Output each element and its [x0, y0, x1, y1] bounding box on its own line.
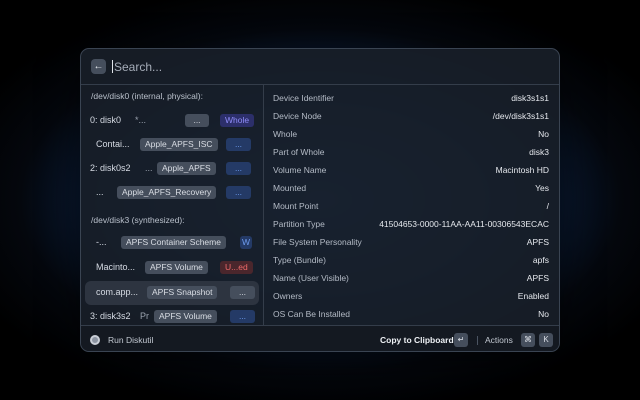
- list-item[interactable]: ... Apple_APFS_Recovery ...: [85, 181, 259, 205]
- item-tag: APFS Volume: [154, 310, 217, 323]
- item-title: Macinto...: [96, 262, 136, 272]
- k-key-icon: K: [539, 333, 553, 347]
- metadata-row: Owners Enabled: [264, 287, 559, 305]
- metadata-key: Mount Point: [273, 201, 319, 211]
- arrow-left-icon[interactable]: ←: [91, 59, 106, 74]
- metadata-key: Name (User Visible): [273, 273, 349, 283]
- search-input[interactable]: [114, 59, 414, 74]
- search-bar: ←: [81, 49, 559, 85]
- list-item[interactable]: 0: disk0 *... ... Whole: [85, 109, 259, 133]
- item-tag: ...: [226, 138, 251, 151]
- item-tag: Apple_APFS_ISC: [140, 138, 218, 151]
- item-title: Contai...: [96, 139, 130, 149]
- item-tag: Apple_APFS: [157, 162, 216, 175]
- extension-title: Run Diskutil: [108, 335, 154, 345]
- metadata-row: Name (User Visible) APFS: [264, 269, 559, 287]
- item-title: com.app...: [96, 287, 139, 297]
- list-item-selected[interactable]: com.app... APFS Snapshot ...: [85, 281, 259, 305]
- item-subtitle: *...: [135, 115, 147, 125]
- metadata-key: Device Identifier: [273, 93, 334, 103]
- metadata-value: No: [538, 129, 549, 139]
- item-title: 2: disk0s2: [90, 163, 131, 173]
- command-key-icon: ⌘: [521, 333, 535, 347]
- metadata-key: Volume Name: [273, 165, 327, 175]
- item-tag: ...: [185, 114, 209, 127]
- item-tag: Apple_APFS_Recovery: [117, 186, 217, 199]
- metadata-value: Yes: [535, 183, 549, 193]
- metadata-key: Device Node: [273, 111, 322, 121]
- disk-list: /dev/disk0 (internal, physical): 0: disk…: [81, 85, 263, 325]
- metadata-row: Whole No: [264, 125, 559, 143]
- return-key-icon: ↵: [454, 333, 468, 347]
- metadata-row: Type (Bundle) apfs: [264, 251, 559, 269]
- item-title: ...: [96, 187, 104, 197]
- metadata-row: Volume Name Macintosh HD: [264, 161, 559, 179]
- metadata-key: Partition Type: [273, 219, 325, 229]
- list-item[interactable]: 3: disk3s2 Pr APFS Volume ...: [85, 305, 259, 325]
- metadata-value: No: [538, 309, 549, 319]
- item-title: -...: [96, 237, 107, 247]
- item-tag: ...: [230, 286, 255, 299]
- metadata-row: Device Node /dev/disk3s1s1: [264, 107, 559, 125]
- list-item[interactable]: Macinto... APFS Volume U...ed: [85, 256, 259, 280]
- list-item[interactable]: 2: disk0s2 ... Apple_APFS ...: [85, 157, 259, 181]
- text-caret: [112, 60, 113, 73]
- list-item[interactable]: -... APFS Container Scheme W: [85, 231, 259, 255]
- item-tag: ...: [230, 310, 255, 323]
- action-bar: Run Diskutil Copy to Clipboard ↵ Actions…: [81, 325, 559, 351]
- metadata-row: File System Personality APFS: [264, 233, 559, 251]
- command-window: ← /dev/disk0 (internal, physical): 0: di…: [80, 48, 560, 352]
- item-tag: ...: [226, 186, 251, 199]
- copy-to-clipboard-button[interactable]: Copy to Clipboard: [380, 335, 454, 345]
- item-subtitle: Pr: [140, 311, 149, 321]
- item-title: 0: disk0: [90, 115, 122, 125]
- metadata-value: APFS: [526, 273, 549, 283]
- item-tag: APFS Volume: [145, 261, 208, 274]
- metadata-key: Whole: [273, 129, 298, 139]
- item-tag: W: [240, 236, 252, 249]
- metadata-value: /dev/disk3s1s1: [492, 111, 549, 121]
- metadata-value: disk3: [529, 147, 549, 157]
- metadata-row: Mounted Yes: [264, 179, 559, 197]
- metadata-key: OS Can Be Installed: [273, 309, 351, 319]
- metadata-row: OS Can Be Installed No: [264, 305, 559, 323]
- item-subtitle: ...: [145, 163, 153, 173]
- actions-button[interactable]: Actions: [485, 335, 513, 345]
- metadata-key: Part of Whole: [273, 147, 325, 157]
- item-tag: APFS Snapshot: [147, 286, 218, 299]
- metadata-row: Device Identifier disk3s1s1: [264, 89, 559, 107]
- metadata-key: Type (Bundle): [273, 255, 326, 265]
- item-tag: ...: [226, 162, 251, 175]
- metadata-row: Mount Point /: [264, 197, 559, 215]
- section-header: /dev/disk0 (internal, physical):: [91, 91, 203, 101]
- item-tag: U...ed: [220, 261, 253, 274]
- metadata-value: apfs: [532, 255, 549, 265]
- item-tag: APFS Container Scheme: [121, 236, 226, 249]
- metadata-value: /: [546, 201, 549, 211]
- item-title: 3: disk3s2: [90, 311, 131, 321]
- disk-icon: [90, 335, 100, 345]
- metadata-row: Part of Whole disk3: [264, 143, 559, 161]
- metadata-value: Macintosh HD: [495, 165, 549, 175]
- item-tag: Whole: [220, 114, 255, 127]
- detail-metadata: Device Identifier disk3s1s1 Device Node …: [264, 85, 559, 325]
- section-header: /dev/disk3 (synthesized):: [91, 215, 185, 225]
- metadata-key: Mounted: [273, 183, 307, 193]
- metadata-value: 41504653-0000-11AA-AA11-00306543ECAC: [379, 219, 549, 229]
- metadata-value: Enabled: [517, 291, 549, 301]
- metadata-key: Owners: [273, 291, 303, 301]
- metadata-key: File System Personality: [273, 237, 362, 247]
- metadata-value: disk3s1s1: [511, 93, 549, 103]
- footer-divider: [477, 336, 478, 345]
- list-item[interactable]: Contai... Apple_APFS_ISC ...: [85, 133, 259, 157]
- metadata-value: APFS: [526, 237, 549, 247]
- metadata-row: Partition Type 41504653-0000-11AA-AA11-0…: [264, 215, 559, 233]
